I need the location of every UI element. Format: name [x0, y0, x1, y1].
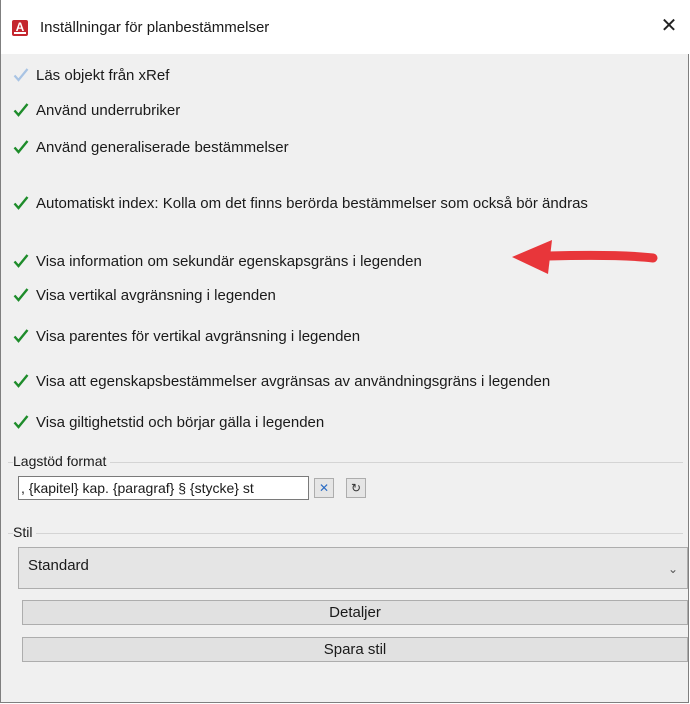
option-parentheses-vertical[interactable]: Visa parentes för vertikal avgränsning i… [13, 325, 360, 347]
option-vertical-delimitation[interactable]: Visa vertikal avgränsning i legenden [13, 284, 276, 306]
option-validity-period[interactable]: Visa giltighetstid och börjar gälla i le… [13, 411, 324, 433]
details-button[interactable]: Detaljer [22, 600, 688, 625]
checkmark-icon [13, 253, 29, 269]
checkmark-icon [13, 195, 29, 211]
option-use-subheadings[interactable]: Använd underrubriker [13, 99, 180, 121]
stil-group: Stil [8, 524, 683, 540]
checkmark-icon [13, 67, 29, 83]
option-label: Automatiskt index: Kolla om det finns be… [36, 194, 588, 212]
autocad-app-icon: A [12, 20, 28, 36]
checkmark-icon [13, 373, 29, 389]
lagstod-group-label: Lagstöd format [13, 453, 111, 469]
save-style-button[interactable]: Spara stil [22, 637, 688, 662]
close-button[interactable]: ✕ [656, 14, 682, 40]
title-bar: A Inställningar för planbestämmelser ✕ [1, 0, 690, 54]
option-label: Använd generaliserade bestämmelser [36, 138, 289, 156]
option-label: Visa giltighetstid och börjar gälla i le… [36, 413, 325, 431]
option-property-provisions-boundary[interactable]: Visa att egenskapsbestämmelser avgränsas… [13, 370, 550, 392]
option-label: Visa information om sekundär egenskapsgr… [36, 252, 422, 270]
style-select[interactable]: Standard ⌄ [18, 547, 688, 589]
refresh-format-button[interactable]: ↻ [346, 478, 366, 498]
style-select-value: Standard [28, 557, 89, 574]
checkmark-icon [13, 102, 29, 118]
checkmark-icon [13, 328, 29, 344]
option-generalized-provisions[interactable]: Använd generaliserade bestämmelser [13, 136, 289, 158]
option-secondary-boundary-info[interactable]: Visa information om sekundär egenskapsgr… [13, 250, 422, 272]
option-label: Visa vertikal avgränsning i legenden [36, 286, 276, 304]
option-label: Visa att egenskapsbestämmelser avgränsas… [36, 372, 551, 390]
option-label: Läs objekt från xRef [36, 66, 170, 84]
option-label: Visa parentes för vertikal avgränsning i… [36, 327, 361, 345]
window-title: Inställningar för planbestämmelser [40, 19, 270, 36]
settings-dialog: A Inställningar för planbestämmelser ✕ L… [0, 0, 690, 703]
lagstod-group: Lagstöd format [8, 453, 683, 469]
arrow-left-annotation-icon [512, 240, 658, 274]
clear-format-button[interactable]: ✕ [314, 478, 334, 498]
option-label: Använd underrubriker [36, 101, 181, 119]
lagstod-format-input[interactable]: , {kapitel} kap. {paragraf} § {stycke} s… [18, 476, 309, 500]
checkmark-icon [13, 139, 29, 155]
option-automatic-index[interactable]: Automatiskt index: Kolla om det finns be… [13, 192, 588, 214]
option-read-xref[interactable]: Läs objekt från xRef [13, 64, 169, 86]
stil-group-label: Stil [13, 524, 37, 540]
chevron-down-icon: ⌄ [667, 562, 678, 576]
checkmark-icon [13, 287, 29, 303]
checkmark-icon [13, 414, 29, 430]
